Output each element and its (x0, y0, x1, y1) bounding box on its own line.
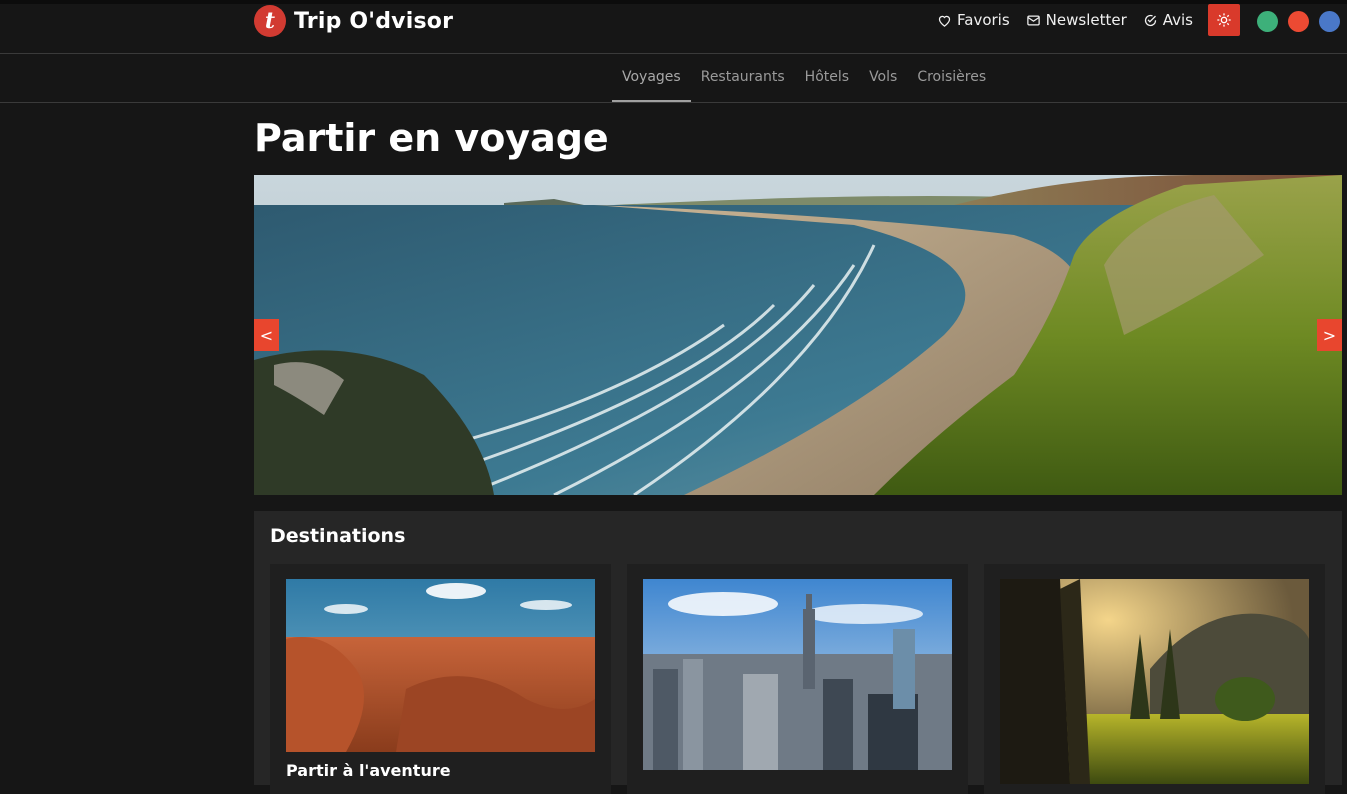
desert-canyon-image (286, 579, 595, 752)
tab-croisieres[interactable]: Croisières (907, 54, 996, 102)
tab-vols[interactable]: Vols (859, 54, 907, 102)
theme-toggle-button[interactable] (1208, 4, 1240, 36)
mail-icon (1026, 15, 1040, 25)
avis-label: Avis (1162, 11, 1193, 29)
favoris-label: Favoris (957, 11, 1010, 29)
category-nav: Voyages Restaurants Hôtels Vols Croisièr… (0, 54, 1347, 103)
heart-icon (938, 15, 951, 27)
blue-theme-dot[interactable] (1319, 11, 1340, 32)
destination-card[interactable]: Partir à l'aventure (270, 564, 611, 794)
tab-hotels[interactable]: Hôtels (795, 54, 859, 102)
forest-valley-image (1000, 579, 1309, 784)
carousel-prev-button[interactable]: < (254, 319, 279, 351)
category-tabs: Voyages Restaurants Hôtels Vols Croisièr… (612, 54, 996, 102)
page-title: Partir en voyage (254, 116, 609, 160)
sun-icon (1217, 13, 1231, 27)
favoris-link[interactable]: Favoris (937, 11, 1010, 29)
tab-voyages[interactable]: Voyages (612, 54, 691, 102)
destination-card[interactable] (984, 564, 1325, 794)
destinations-title: Destinations (270, 525, 406, 547)
carousel-next-button[interactable]: > (1317, 319, 1342, 351)
brand[interactable]: t Trip O'dvisor (254, 5, 453, 37)
color-theme-dots (1257, 11, 1340, 32)
check-circle-icon (1144, 14, 1156, 26)
green-theme-dot[interactable] (1257, 11, 1278, 32)
logo[interactable]: t (254, 5, 286, 37)
coastline-photo (254, 175, 1342, 495)
newsletter-label: Newsletter (1045, 11, 1127, 29)
destinations-section: Destinations Partir à l'aventure (254, 511, 1342, 794)
city-skyline-image (643, 579, 952, 770)
avis-link[interactable]: Avis (1143, 11, 1193, 29)
red-theme-dot[interactable] (1288, 11, 1309, 32)
destination-card-title: Partir à l'aventure (286, 761, 451, 780)
site-header: t Trip O'dvisor Favoris Newsletter Avis (0, 4, 1347, 54)
brand-name[interactable]: Trip O'dvisor (294, 9, 453, 34)
top-links: Favoris Newsletter Avis (937, 11, 1193, 29)
destination-card[interactable] (627, 564, 968, 794)
newsletter-link[interactable]: Newsletter (1026, 11, 1127, 29)
hero-carousel[interactable]: < > (254, 175, 1342, 495)
tab-restaurants[interactable]: Restaurants (691, 54, 795, 102)
